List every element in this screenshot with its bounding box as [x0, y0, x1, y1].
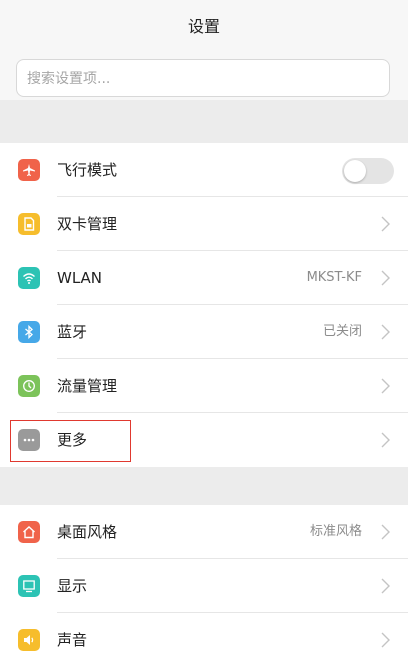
airplane-icon	[18, 159, 40, 181]
settings-item-label: 桌面风格	[57, 523, 118, 541]
chevron-right-icon	[381, 324, 390, 340]
settings-item-wlan[interactable]: WLAN MKST-KF	[0, 251, 408, 305]
toggle-knob	[344, 160, 366, 182]
page-title: 设置	[187, 17, 220, 36]
settings-item-label: 显示	[57, 577, 88, 595]
bluetooth-icon	[18, 321, 40, 343]
settings-item-label: 声音	[57, 631, 88, 649]
display-icon	[18, 575, 40, 597]
settings-item-data-usage[interactable]: 流量管理	[0, 359, 408, 413]
home-icon	[18, 521, 40, 543]
settings-item-more[interactable]: 更多	[0, 413, 408, 467]
settings-list-connectivity: 飞行模式 双卡管理 WLAN MKST-KF 蓝牙 已关闭 流量管理 更多	[0, 143, 408, 467]
more-icon	[18, 429, 40, 451]
chevron-right-icon	[381, 216, 390, 232]
wlan-network-name: MKST-KF	[306, 270, 362, 285]
settings-item-dual-sim[interactable]: 双卡管理	[0, 197, 408, 251]
settings-item-home-style[interactable]: 桌面风格 标准风格	[0, 505, 408, 559]
settings-item-label: WLAN	[57, 269, 103, 287]
section-gap	[0, 467, 408, 505]
section-gap	[0, 100, 408, 143]
settings-item-label: 蓝牙	[57, 323, 88, 341]
data-usage-icon	[18, 375, 40, 397]
search-area: 搜索设置项...	[0, 50, 408, 100]
chevron-right-icon	[381, 432, 390, 448]
sound-icon	[18, 629, 40, 651]
settings-item-label: 飞行模式	[57, 161, 118, 179]
settings-item-label: 流量管理	[57, 377, 118, 395]
chevron-right-icon	[381, 378, 390, 394]
bluetooth-status: 已关闭	[322, 324, 362, 339]
chevron-right-icon	[381, 632, 390, 648]
wifi-icon	[18, 267, 40, 289]
chevron-right-icon	[381, 270, 390, 286]
settings-item-display[interactable]: 显示	[0, 559, 408, 613]
chevron-right-icon	[381, 578, 390, 594]
title-bar: 设置	[0, 0, 408, 50]
settings-item-airplane-mode[interactable]: 飞行模式	[0, 143, 408, 197]
home-style-value: 标准风格	[309, 524, 362, 539]
settings-list-personalization: 桌面风格 标准风格 显示 声音	[0, 505, 408, 660]
chevron-right-icon	[381, 524, 390, 540]
settings-screen: 设置 搜索设置项... 飞行模式 双卡管理 WLAN MKST-KF 蓝牙 已关…	[0, 0, 408, 660]
airplane-mode-toggle[interactable]	[342, 158, 394, 184]
settings-item-label: 双卡管理	[57, 215, 118, 233]
settings-item-label: 更多	[57, 431, 88, 449]
search-placeholder: 搜索设置项...	[27, 71, 111, 87]
settings-item-sound[interactable]: 声音	[0, 613, 408, 660]
settings-item-bluetooth[interactable]: 蓝牙 已关闭	[0, 305, 408, 359]
sim-card-icon	[18, 213, 40, 235]
search-input[interactable]: 搜索设置项...	[16, 59, 390, 97]
